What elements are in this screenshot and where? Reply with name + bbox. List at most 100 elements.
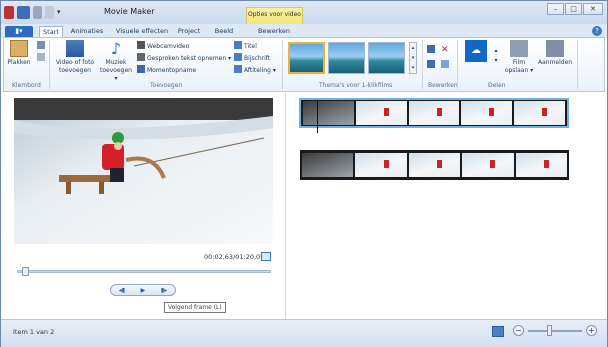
group-label-toevoegen: Toevoegen [150, 82, 183, 89]
paste-button[interactable]: Plakken [7, 40, 31, 67]
rotate-left-button[interactable] [427, 45, 437, 55]
save-icon[interactable] [17, 6, 30, 19]
status-bar: Item 1 van 2 − + [1, 319, 607, 347]
clip-frame [408, 101, 460, 125]
clipboard-icon [10, 40, 28, 57]
clip-frame [303, 101, 354, 125]
zoom-out-button[interactable]: − [513, 325, 524, 336]
rotate-right-button[interactable] [427, 60, 437, 70]
window-controls: – □ ✕ [547, 3, 603, 15]
ribbon: Plakken Klembord Video of foto toevoegen… [3, 37, 605, 92]
clip-frame [514, 101, 565, 125]
snapshot-label: Momentopname [147, 67, 197, 74]
select-all-icon [441, 60, 449, 68]
group-label-themes: Thema's voor 1-klikfilms [319, 82, 393, 89]
playback-controls: ◂▮ ▶ ▮▸ [110, 284, 176, 296]
caption-button[interactable]: Bijschrift [234, 53, 270, 63]
group-separator [282, 40, 283, 89]
sign-in-label: Aanmelden [538, 59, 573, 66]
record-narration-button[interactable]: Gesproken tekst opnemen ▾ [137, 53, 231, 63]
clip-frame [461, 101, 513, 125]
clip-frame [515, 153, 568, 177]
group-separator [457, 40, 458, 89]
theme-thumbnail-1[interactable] [288, 42, 325, 74]
copy-button[interactable] [37, 53, 47, 63]
theme-gallery-scroll[interactable]: ▴ ▾ ▾ [409, 42, 417, 74]
next-frame-button[interactable]: ▮▸ [161, 287, 167, 294]
add-video-photo-button[interactable]: Video of foto toevoegen [53, 40, 97, 75]
group-separator [422, 40, 423, 89]
storyboard-clip-2[interactable] [300, 150, 569, 180]
select-all-button[interactable] [441, 60, 451, 70]
panel-separator [285, 93, 286, 319]
group-separator [577, 40, 578, 89]
rotate-right-icon [427, 60, 435, 68]
zoom-thumb[interactable] [547, 325, 552, 336]
share-gallery-scroll[interactable]: ▴ ▾ [492, 46, 500, 64]
clip-frame [302, 153, 354, 177]
play-button[interactable]: ▶ [141, 287, 146, 294]
copy-icon [37, 53, 45, 61]
tooltip: Volgend frame (L) [164, 302, 226, 313]
playhead-marker[interactable] [317, 100, 318, 133]
zoom-in-button[interactable]: + [586, 325, 597, 336]
theme-thumbnail-3[interactable] [368, 42, 405, 74]
sign-in-icon [546, 40, 564, 57]
timestamp: 00:02,63/01:20,09 [204, 253, 265, 261]
context-tab-video-options: Opties voor video [246, 7, 303, 24]
storyboard-clip-1[interactable] [299, 98, 569, 128]
sign-in-button[interactable]: Aanmelden [538, 40, 572, 67]
snapshot-icon [137, 65, 145, 73]
previous-frame-button[interactable]: ◂▮ [119, 287, 125, 294]
seek-slider[interactable] [17, 270, 271, 273]
add-video-label-line2: toevoegen [59, 67, 91, 74]
clip-frame [355, 153, 407, 177]
theme-thumbnail-2[interactable] [328, 42, 365, 74]
storyboard-view-icon[interactable] [492, 326, 504, 337]
credits-icon [234, 65, 242, 73]
rotate-left-icon [427, 45, 435, 53]
redo-icon[interactable] [45, 6, 54, 19]
app-icon[interactable] [4, 6, 14, 19]
scissors-icon [37, 41, 45, 49]
clip-frame [408, 153, 461, 177]
video-preview[interactable] [14, 98, 273, 244]
onedrive-cloud-icon: ☁ [465, 40, 487, 62]
onedrive-share-button[interactable]: ☁ [463, 40, 489, 64]
minimize-button[interactable]: – [547, 3, 564, 15]
maximize-button[interactable]: □ [565, 3, 582, 15]
fullscreen-icon[interactable] [261, 252, 271, 261]
help-icon[interactable]: ? [592, 26, 602, 36]
save-movie-button[interactable]: Film opslaan ▾ [504, 40, 534, 75]
close-button[interactable]: ✕ [583, 3, 603, 15]
status-text: Item 1 van 2 [13, 328, 55, 336]
paste-label: Plakken [7, 59, 31, 66]
clip-1-frames [301, 100, 567, 126]
webcam-icon [137, 41, 145, 49]
title-label: Titel [244, 43, 257, 50]
clip-frame [462, 153, 514, 177]
window-title: Movie Maker [104, 7, 155, 16]
group-label-bewerken: Bewerken [428, 82, 458, 89]
title-icon [234, 41, 242, 49]
movie-maker-window: ▾ Movie Maker Opties voor video – □ ✕ ▮▾… [0, 0, 608, 347]
seek-thumb[interactable] [22, 267, 29, 276]
snapshot-button[interactable]: Momentopname [137, 65, 196, 75]
webcam-label: Webcamvideo [147, 43, 190, 50]
remove-button[interactable]: ✕ [441, 45, 452, 55]
add-music-button[interactable]: ♪ Muziek toevoegen ▾ [98, 40, 134, 83]
credits-button[interactable]: Aftiteling ▾ [234, 65, 276, 75]
caption-icon [234, 53, 242, 61]
title-button[interactable]: Titel [234, 41, 257, 51]
qat-dropdown-icon[interactable]: ▾ [57, 6, 70, 19]
clip-frame [355, 101, 407, 125]
group-separator [49, 40, 50, 89]
credits-label: Aftiteling ▾ [244, 67, 276, 74]
group-label-delen: Delen [488, 82, 506, 89]
zoom-slider[interactable] [528, 330, 582, 332]
cut-button[interactable] [37, 41, 47, 51]
undo-icon[interactable] [33, 6, 42, 19]
webcam-video-button[interactable]: Webcamvideo [137, 41, 189, 51]
caption-label: Bijschrift [244, 55, 271, 62]
group-label-klembord: Klembord [12, 82, 41, 89]
